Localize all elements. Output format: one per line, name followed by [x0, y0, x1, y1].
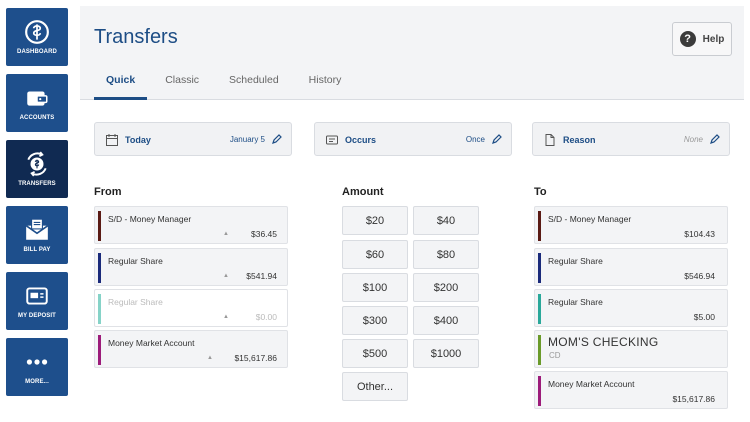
envelope-icon: [25, 218, 49, 240]
account-color-bar: [538, 253, 541, 283]
to-account-regular-share-2[interactable]: Regular Share $5.00: [534, 289, 728, 327]
amount-300-button[interactable]: $300: [342, 306, 408, 335]
from-heading: From: [94, 186, 122, 198]
amount-400-button[interactable]: $400: [413, 306, 479, 335]
document-icon: [545, 134, 555, 146]
globe-dollar-icon: [25, 20, 49, 44]
account-color-bar: [538, 376, 541, 406]
amount-40-button[interactable]: $40: [413, 206, 479, 235]
account-name: Regular Share: [108, 256, 163, 266]
sidebar: DASHBOARD ACCOUNTS TRANSFERS BILL PAY MY…: [0, 0, 80, 422]
tab-quick[interactable]: Quick: [94, 72, 148, 100]
date-label: Today: [125, 135, 151, 145]
account-name: Money Market Account: [108, 338, 195, 348]
help-button[interactable]: ? Help: [672, 22, 732, 56]
tab-classic[interactable]: Classic: [153, 72, 211, 100]
account-name: S/D - Money Manager: [548, 214, 632, 224]
from-account-sd-money-manager[interactable]: S/D - Money Manager ▲ $36.45: [94, 206, 288, 244]
nav-label-bill-pay: BILL PAY: [23, 247, 51, 253]
lock-icon: ▲: [223, 314, 229, 320]
amount-200-button[interactable]: $200: [413, 273, 479, 302]
account-name: Money Market Account: [548, 379, 635, 389]
help-question-icon: ?: [679, 31, 696, 47]
lock-icon: ▲: [223, 231, 229, 237]
nav-label-more: MORE...: [25, 379, 49, 385]
amount-500-button[interactable]: $500: [342, 339, 408, 368]
account-balance: $104.43: [684, 229, 715, 239]
account-color-bar: [538, 211, 541, 241]
occurs-value: Once: [465, 135, 485, 144]
account-name: Regular Share: [108, 297, 163, 307]
from-account-money-market[interactable]: Money Market Account ▲ $15,617.86: [94, 330, 288, 368]
to-account-sd-money-manager[interactable]: S/D - Money Manager $104.43: [534, 206, 728, 244]
account-name: Regular Share: [548, 297, 603, 307]
to-account-money-market[interactable]: Money Market Account $15,617.86: [534, 371, 728, 409]
reason-label: Reason: [563, 135, 596, 145]
occurs-label: Occurs: [345, 135, 377, 145]
nav-label-accounts: ACCOUNTS: [19, 115, 55, 121]
occurs-selector[interactable]: Occurs Once: [314, 122, 512, 156]
account-balance: $15,617.86: [234, 353, 277, 363]
repeat-icon: [326, 135, 338, 145]
account-color-bar: [98, 211, 101, 241]
main-panel: Transfers ? Help Quick Classic Scheduled…: [80, 6, 744, 422]
account-color-bar: [98, 253, 101, 283]
date-value: January 5: [229, 135, 265, 144]
account-name: Regular Share: [548, 256, 603, 266]
account-balance: $15,617.86: [672, 394, 715, 404]
help-label: Help: [702, 33, 725, 45]
account-color-bar: [538, 335, 541, 365]
page-title: Transfers: [94, 26, 178, 48]
amount-other-button[interactable]: Other...: [342, 372, 408, 401]
to-account-regular-share[interactable]: Regular Share $546.94: [534, 248, 728, 286]
tab-scheduled[interactable]: Scheduled: [217, 72, 291, 100]
tab-history[interactable]: History: [297, 72, 354, 100]
amount-20-button[interactable]: $20: [342, 206, 408, 235]
pencil-icon: [272, 134, 282, 144]
nav-more[interactable]: MORE...: [6, 338, 68, 396]
page-header: Transfers ? Help Quick Classic Scheduled…: [80, 6, 744, 100]
pencil-icon: [492, 134, 502, 144]
nav-dashboard[interactable]: DASHBOARD: [6, 8, 68, 66]
to-account-moms-checking[interactable]: MOM'S CHECKING CD: [534, 330, 728, 368]
nav-transfers[interactable]: TRANSFERS: [6, 140, 68, 198]
check-deposit-icon: [26, 287, 48, 305]
amount-80-button[interactable]: $80: [413, 240, 479, 269]
nav-my-deposit[interactable]: MY DEPOSIT: [6, 272, 68, 330]
account-color-bar: [98, 335, 101, 365]
more-dots-icon: [26, 359, 48, 365]
transfer-icon: [27, 151, 47, 177]
account-balance: $0.00: [255, 312, 277, 322]
from-account-regular-share[interactable]: Regular Share ▲ $541.94: [94, 248, 288, 286]
account-name: S/D - Money Manager: [108, 214, 192, 224]
reason-value: None: [683, 135, 703, 144]
from-account-regular-share-empty: Regular Share ▲ $0.00: [94, 289, 288, 327]
account-balance: $541.94: [246, 271, 277, 281]
nav-bill-pay[interactable]: BILL PAY: [6, 206, 68, 264]
nav-label-transfers: TRANSFERS: [18, 181, 56, 187]
account-balance: $36.45: [251, 229, 277, 239]
calendar-icon: [106, 134, 118, 146]
nav-label-my-deposit: MY DEPOSIT: [18, 313, 56, 319]
reason-selector[interactable]: Reason None: [532, 122, 730, 156]
account-name: MOM'S CHECKING: [548, 335, 659, 349]
amount-60-button[interactable]: $60: [342, 240, 408, 269]
lock-icon: ▲: [207, 355, 213, 361]
account-subtitle: CD: [549, 351, 561, 360]
wallet-icon: [27, 91, 48, 106]
account-balance: $5.00: [693, 312, 715, 322]
to-heading: To: [534, 186, 547, 198]
nav-label-dashboard: DASHBOARD: [17, 49, 57, 55]
account-balance: $546.94: [684, 271, 715, 281]
date-selector[interactable]: Today January 5: [94, 122, 292, 156]
account-color-bar: [538, 294, 541, 324]
nav-accounts[interactable]: ACCOUNTS: [6, 74, 68, 132]
lock-icon: ▲: [223, 273, 229, 279]
amount-1000-button[interactable]: $1000: [413, 339, 479, 368]
amount-heading: Amount: [342, 186, 384, 198]
transfer-tabs: Quick Classic Scheduled History: [94, 72, 359, 100]
amount-100-button[interactable]: $100: [342, 273, 408, 302]
account-color-bar: [98, 294, 101, 324]
pencil-icon: [710, 134, 720, 144]
